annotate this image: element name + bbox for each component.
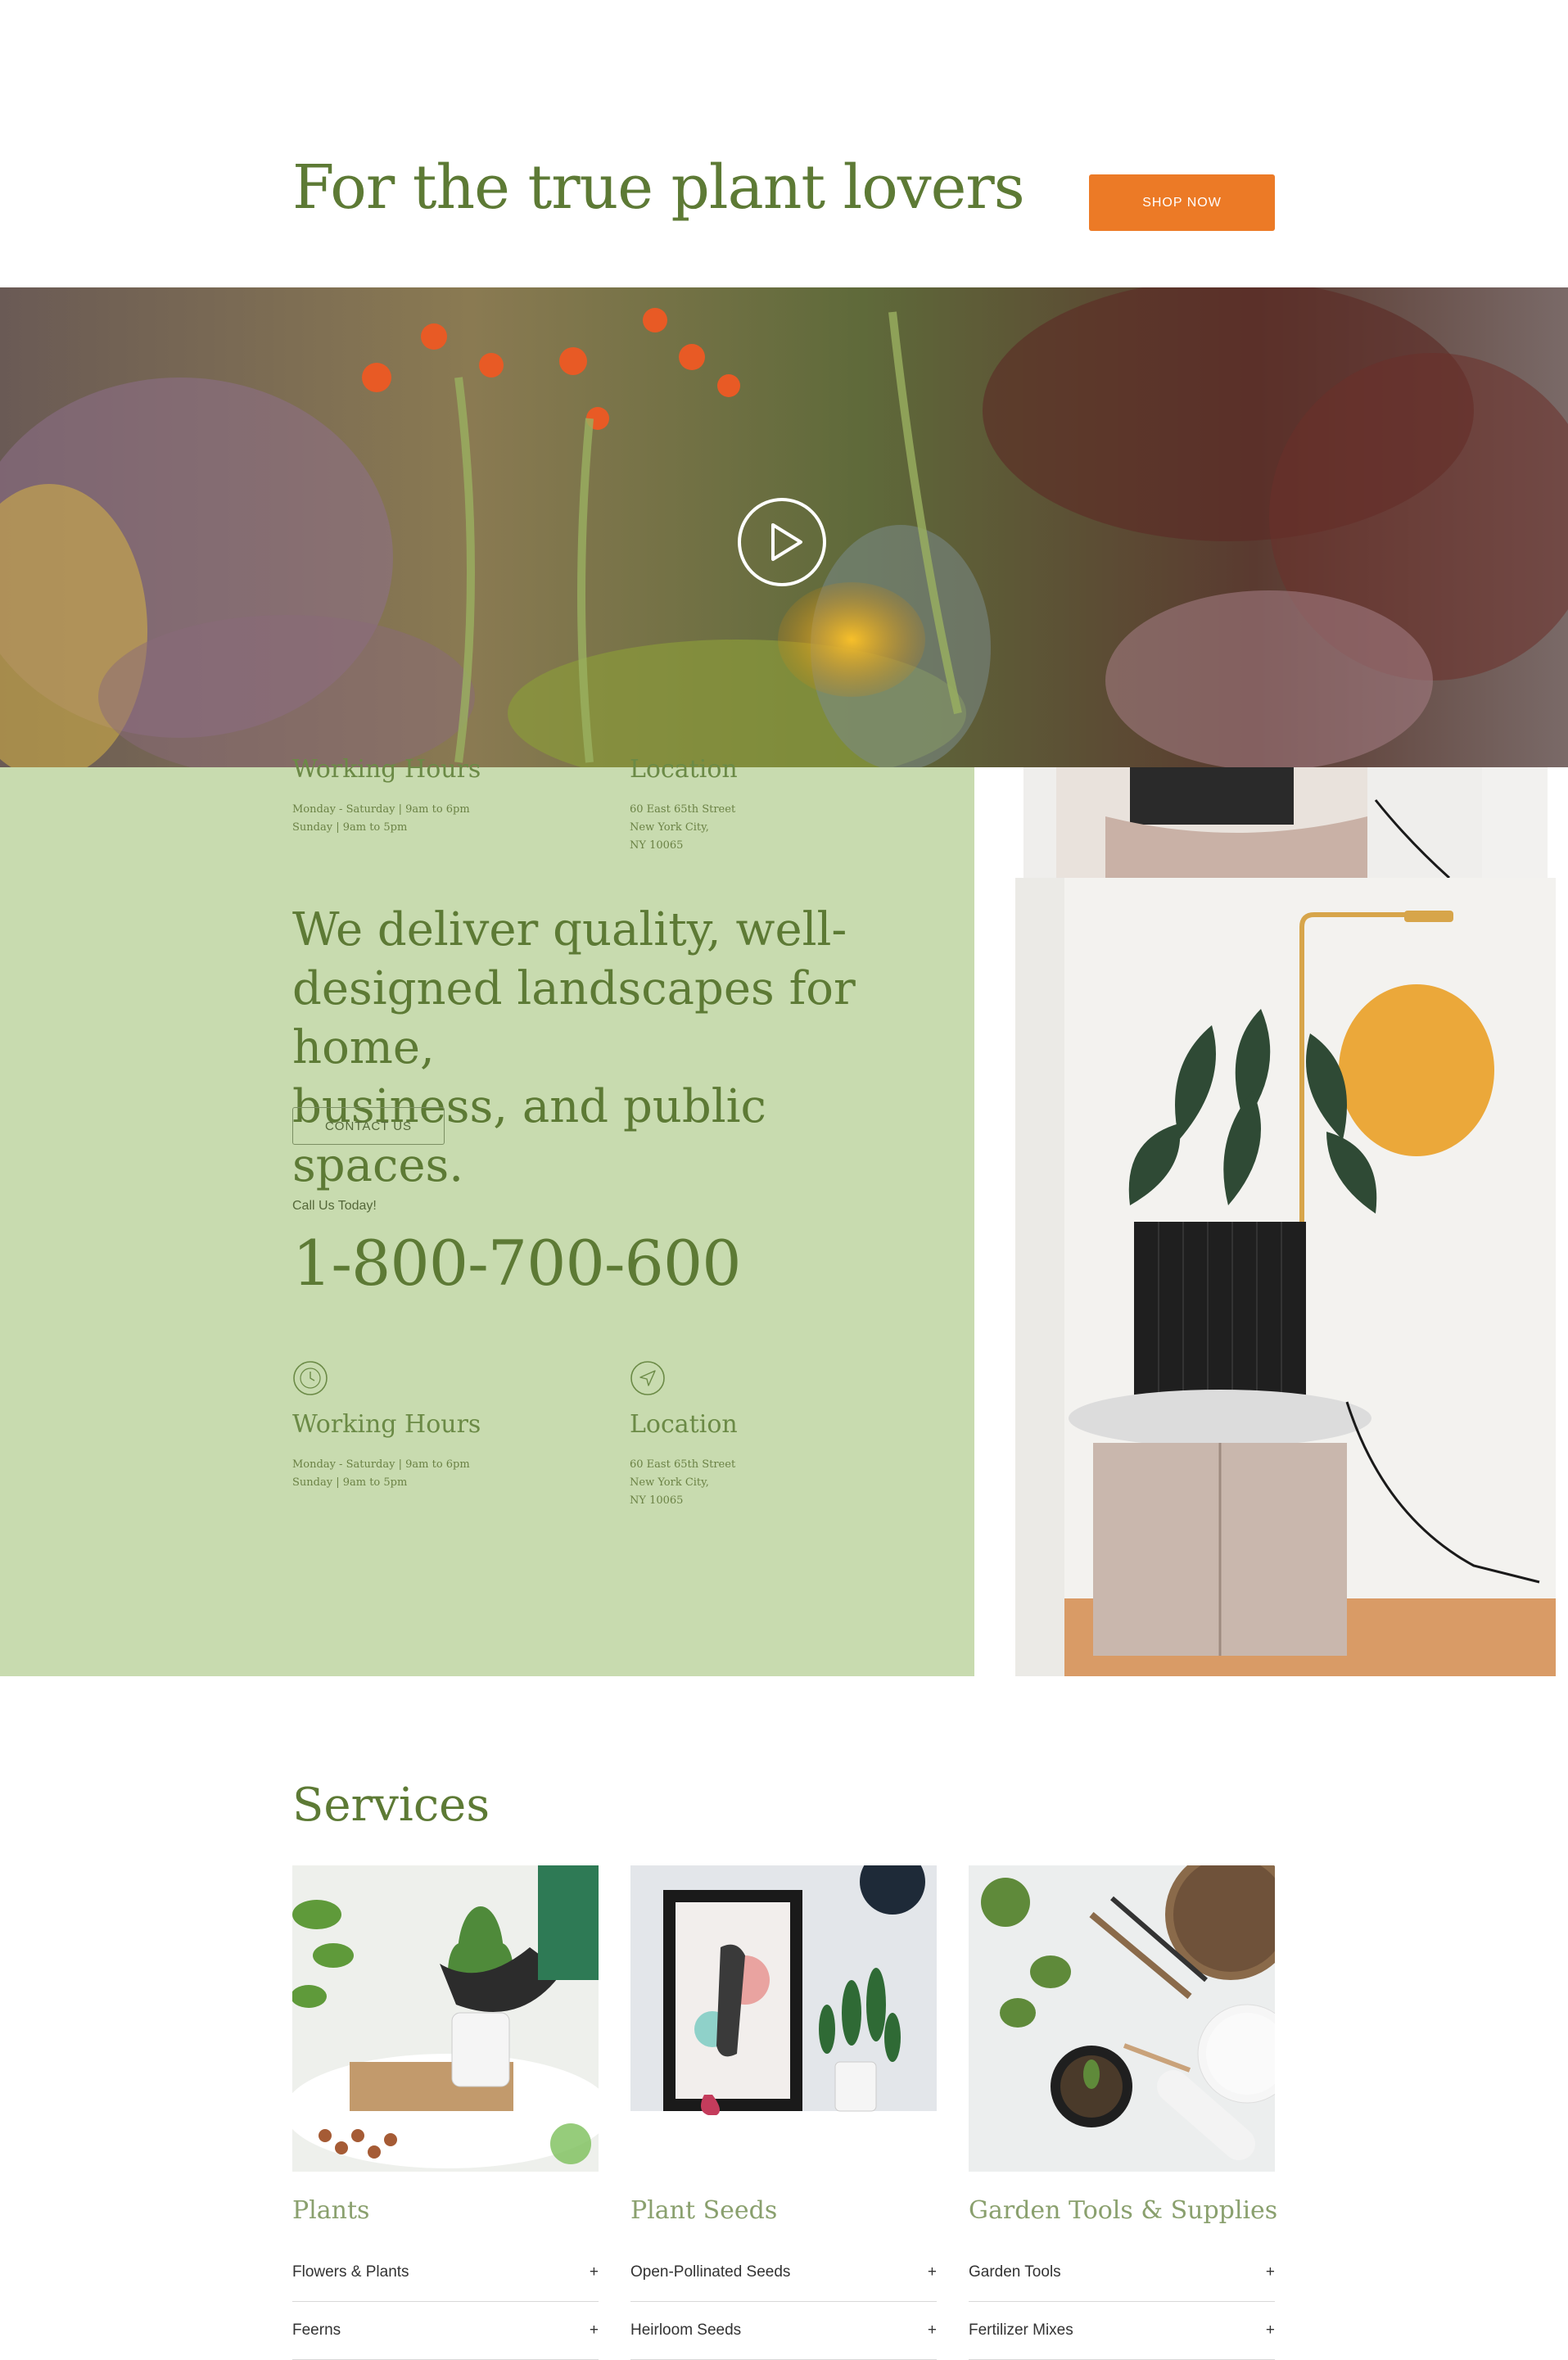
plants-card-image[interactable] <box>292 1865 599 2172</box>
list-item[interactable]: Flowers & Plants + <box>292 2244 599 2302</box>
location-heading-top: Location <box>630 755 738 784</box>
list-item-label: Open-Pollinated Seeds <box>630 2263 791 2281</box>
address-line: NY 10065 <box>630 1494 684 1507</box>
plant-seeds-card-image[interactable] <box>630 1865 937 2172</box>
plants-list: Flowers & Plants + Feerns + <box>292 2244 599 2360</box>
plants-card-title: Plants <box>292 2196 370 2225</box>
tagline: We deliver quality, well- designed lands… <box>292 901 947 1196</box>
hours-line: Sunday | 9am to 5pm <box>292 821 408 834</box>
address-line: NY 10065 <box>630 839 684 852</box>
plus-icon[interactable]: + <box>1266 2322 1275 2340</box>
working-hours: Monday - Saturday | 9am to 6pm Sunday | … <box>292 1456 470 1492</box>
list-item[interactable]: Feerns + <box>292 2302 599 2360</box>
list-item-label: Fertilizer Mixes <box>969 2322 1073 2339</box>
plus-icon[interactable]: + <box>1266 2263 1275 2281</box>
garden-tools-card-image[interactable] <box>969 1865 1275 2172</box>
address-line: 60 East 65th Street <box>630 803 736 816</box>
hours-line: Monday - Saturday | 9am to 6pm <box>292 803 470 816</box>
play-icon[interactable] <box>737 497 827 587</box>
garden-tools-list: Garden Tools + Fertilizer Mixes + <box>969 2244 1275 2360</box>
list-item[interactable]: Heirloom Seeds + <box>630 2302 937 2360</box>
location-address: 60 East 65th Street New York City, NY 10… <box>630 1456 735 1510</box>
list-item[interactable]: Open-Pollinated Seeds + <box>630 2244 937 2302</box>
garden-tools-card-title: Garden Tools & Supplies <box>969 2196 1278 2225</box>
plant-stand-photo <box>1015 878 1556 1676</box>
working-hours-top: Monday - Saturday | 9am to 6pm Sunday | … <box>292 801 470 837</box>
services-heading: Services <box>292 1779 490 1832</box>
address-line: New York City, <box>630 1476 709 1489</box>
plant-seeds-list: Open-Pollinated Seeds + Heirloom Seeds + <box>630 2244 937 2360</box>
plus-icon[interactable]: + <box>590 2263 599 2281</box>
shop-now-button[interactable]: SHOP NOW <box>1089 174 1275 231</box>
list-item[interactable]: Garden Tools + <box>969 2244 1275 2302</box>
list-item-label: Garden Tools <box>969 2263 1061 2281</box>
plus-icon[interactable]: + <box>928 2322 937 2340</box>
contact-us-button[interactable]: CONTACT US <box>292 1107 445 1145</box>
hours-line: Sunday | 9am to 5pm <box>292 1476 408 1489</box>
navigation-arrow-icon <box>630 1361 665 1395</box>
page-title: For the true plant lovers <box>292 152 1025 223</box>
working-hours-heading: Working Hours <box>292 1410 481 1439</box>
plus-icon[interactable]: + <box>928 2263 937 2281</box>
list-item[interactable]: Fertilizer Mixes + <box>969 2302 1275 2360</box>
address-line: 60 East 65th Street <box>630 1458 736 1471</box>
plant-stand-photo-top <box>1023 767 1548 878</box>
call-label: Call Us Today! <box>292 1199 377 1213</box>
list-item-label: Feerns <box>292 2322 341 2339</box>
plant-seeds-card-title: Plant Seeds <box>630 2196 778 2225</box>
working-hours-heading-top: Working Hours <box>292 755 481 784</box>
address-line: New York City, <box>630 821 709 834</box>
list-item-label: Heirloom Seeds <box>630 2322 742 2339</box>
location-heading: Location <box>630 1410 738 1439</box>
clock-icon <box>293 1361 328 1395</box>
tagline-line: We deliver quality, well- <box>292 903 847 956</box>
list-item-label: Flowers & Plants <box>292 2263 409 2281</box>
plus-icon[interactable]: + <box>590 2322 599 2340</box>
location-address-top: 60 East 65th Street New York City, NY 10… <box>630 801 735 855</box>
phone-number[interactable]: 1-800-700-600 <box>292 1227 742 1300</box>
tagline-line: designed landscapes for home, <box>292 962 856 1074</box>
hours-line: Monday - Saturday | 9am to 6pm <box>292 1458 470 1471</box>
